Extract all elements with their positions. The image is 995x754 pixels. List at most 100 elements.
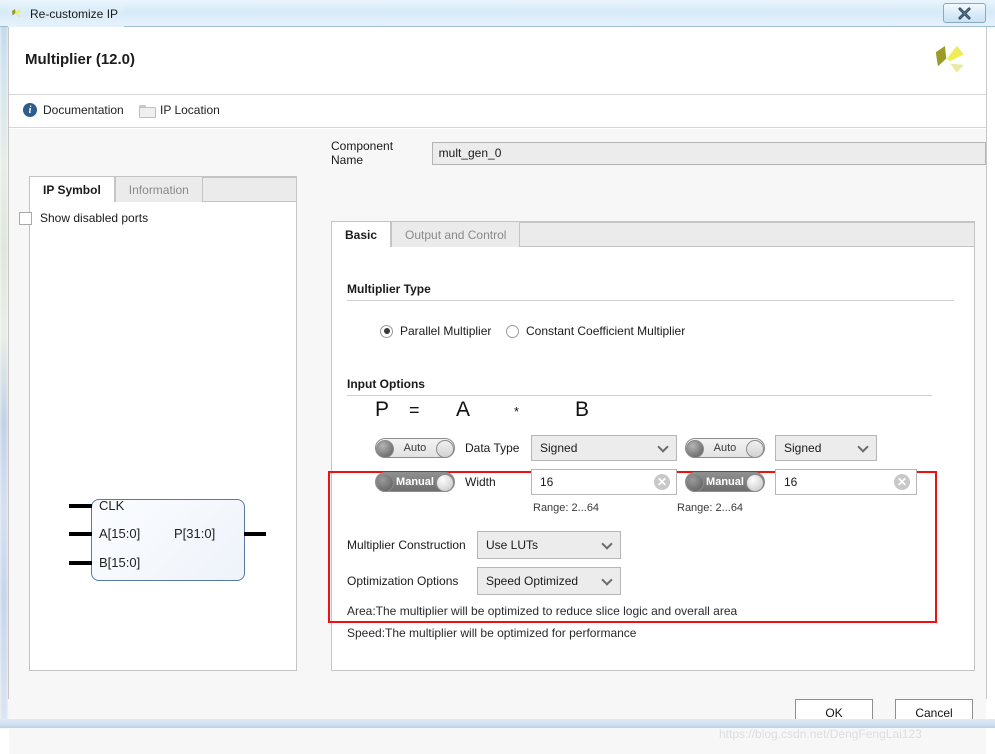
ip-header-band: Multiplier (12.0)	[9, 27, 986, 95]
documentation-link[interactable]: i Documentation	[23, 103, 124, 117]
multiplier-type-divider	[347, 300, 954, 301]
radio-parallel-multiplier-label: Parallel Multiplier	[400, 324, 492, 338]
chevron-down-icon	[857, 441, 869, 453]
data-type-label: Data Type	[465, 441, 520, 455]
toggle-knob-right	[436, 474, 454, 492]
input-options-group-title: Input Options	[347, 377, 425, 391]
toggle-knob-right	[746, 440, 764, 458]
toggle-knob-left	[686, 474, 704, 492]
toggle-knob-right	[436, 440, 454, 458]
operand-b-range-note: Range: 2...64	[677, 502, 744, 514]
component-name-label: Component Name	[331, 139, 394, 167]
operand-b-width-mode-toggle[interactable]: Manual	[685, 472, 765, 492]
toggle-knob-left	[376, 440, 394, 458]
tab-basic[interactable]: Basic	[331, 221, 392, 247]
close-icon	[958, 6, 971, 20]
tab-output-and-control-label: Output and Control	[405, 227, 507, 242]
radio-parallel-multiplier[interactable]: Parallel Multiplier	[380, 324, 491, 338]
operand-a-width-mode-label: Manual	[396, 476, 434, 488]
operand-b-data-type-value: Signed	[784, 441, 822, 455]
multiplier-type-group-title: Multiplier Type	[347, 282, 431, 296]
documentation-link-label: Documentation	[43, 103, 124, 117]
speed-description: Speed:The multiplier will be optimized f…	[347, 626, 637, 640]
equation-equals: =	[409, 400, 420, 420]
re-customize-ip-window: Re-customize IP Multiplier (12.0) i Docu…	[0, 0, 995, 754]
operand-a-data-type-mode-label: Auto	[403, 442, 427, 454]
page-title: Multiplier (12.0)	[25, 51, 136, 68]
content-region: IP Symbol Information Show disabled port…	[9, 129, 986, 698]
width-label: Width	[465, 475, 496, 489]
equation-operator: *	[514, 404, 520, 419]
dialog-body: Multiplier (12.0) i Documentation IP Loc…	[8, 27, 987, 754]
equation-p: P	[375, 398, 390, 421]
port-wire-a	[69, 532, 92, 536]
tab-ip-symbol[interactable]: IP Symbol	[29, 176, 115, 202]
xilinx-logo-icon	[935, 46, 964, 73]
port-label-b: B[15:0]	[99, 555, 141, 570]
radio-constant-coefficient-multiplier-label: Constant Coefficient Multiplier	[526, 324, 686, 338]
port-wire-clk	[69, 504, 92, 508]
cancel-button-label: Cancel	[915, 705, 953, 720]
optimization-options-value: Speed Optimized	[486, 574, 579, 588]
multiplier-construction-label: Multiplier Construction	[347, 538, 466, 552]
radio-constant-coefficient-multiplier[interactable]: Constant Coefficient Multiplier	[506, 324, 685, 338]
component-name-row: Component Name	[331, 139, 986, 167]
ok-button-label: OK	[825, 705, 843, 720]
window-titlebar: Re-customize IP	[0, 0, 995, 27]
operand-a-width-input[interactable]: 16 ✕	[531, 469, 677, 495]
tab-output-and-control[interactable]: Output and Control	[391, 221, 521, 247]
operand-a-data-type-value: Signed	[540, 441, 578, 455]
tab-basic-label: Basic	[345, 227, 378, 242]
window-bottom-edge	[0, 719, 995, 728]
operand-b-width-mode-label: Manual	[706, 476, 744, 488]
clear-icon[interactable]: ✕	[654, 474, 670, 490]
operand-b-data-type-mode-label: Auto	[713, 442, 737, 454]
xilinx-logo-icon	[12, 9, 21, 18]
area-description: Area:The multiplier will be optimized to…	[347, 604, 738, 618]
operand-a-data-type-mode-toggle[interactable]: Auto	[375, 438, 455, 458]
input-options-divider	[347, 395, 932, 396]
equation-b: B	[575, 398, 590, 421]
window-title: Re-customize IP	[30, 6, 119, 21]
ip-location-link[interactable]: IP Location	[139, 103, 220, 118]
optimization-options-label: Optimization Options	[347, 574, 459, 588]
toggle-knob-right	[746, 474, 764, 492]
optimization-options-select[interactable]: Speed Optimized	[477, 567, 621, 595]
right-tab-strip-filler	[520, 222, 975, 247]
toggle-knob-left	[686, 440, 704, 458]
operand-b-width-value: 16	[784, 475, 798, 489]
folder-icon	[139, 104, 156, 118]
toggle-knob-left	[376, 474, 394, 492]
port-label-p: P[31:0]	[174, 526, 216, 541]
port-label-a: A[15:0]	[99, 526, 141, 541]
component-name-input[interactable]	[431, 141, 986, 165]
ip-symbol-diagram: CLK A[15:0] B[15:0] P[31:0]	[29, 176, 297, 671]
multiplier-construction-value: Use LUTs	[486, 538, 539, 552]
operand-b-width-input[interactable]: 16 ✕	[775, 469, 917, 495]
multiplier-construction-select[interactable]: Use LUTs	[477, 531, 621, 559]
ip-location-link-label: IP Location	[160, 103, 220, 117]
chevron-down-icon	[657, 441, 669, 453]
links-band: i Documentation IP Location	[9, 96, 986, 128]
tab-ip-symbol-label: IP Symbol	[43, 182, 101, 197]
radio-parallel-multiplier-button[interactable]	[380, 324, 393, 338]
right-tab-strip: Basic Output and Control	[331, 221, 975, 247]
radio-constant-coefficient-multiplier-button[interactable]	[506, 324, 519, 338]
equation-a: A	[456, 398, 471, 421]
titlebar-label-group: Re-customize IP	[8, 0, 125, 27]
chevron-down-icon	[601, 538, 613, 550]
operand-a-range-note: Range: 2...64	[533, 502, 600, 514]
chevron-down-icon	[601, 574, 613, 586]
port-wire-b	[69, 561, 92, 565]
close-button[interactable]	[943, 3, 986, 23]
operand-b-data-type-select[interactable]: Signed	[775, 435, 877, 461]
operand-a-width-value: 16	[540, 475, 554, 489]
info-icon: i	[23, 103, 37, 117]
operand-a-data-type-select[interactable]: Signed	[531, 435, 677, 461]
operand-b-data-type-mode-toggle[interactable]: Auto	[685, 438, 765, 458]
watermark-text: https://blog.csdn.net/DengFengLai123	[719, 727, 922, 741]
port-label-clk: CLK	[99, 498, 125, 513]
port-wire-p	[244, 532, 266, 536]
clear-icon[interactable]: ✕	[894, 474, 910, 490]
operand-a-width-mode-toggle[interactable]: Manual	[375, 472, 455, 492]
